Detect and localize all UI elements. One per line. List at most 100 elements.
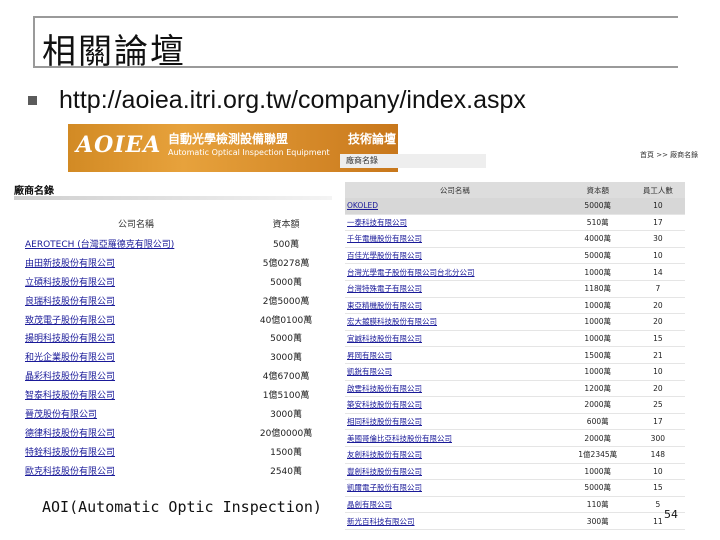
capital-cell: 1000萬 [564, 297, 631, 315]
banner-en-title: Automatic Optical Inspection Equipment [168, 148, 330, 157]
employees-cell: 20 [630, 380, 685, 398]
company-name-link[interactable]: 致茂電子股份有限公司 [25, 310, 247, 329]
company-name-link[interactable]: 美國哥倫比亞科技股份有限公司 [345, 429, 565, 447]
table-row: 由田新技股份有限公司 5億0278萬 [25, 253, 325, 272]
table-row: 一泰科技有限公司 510萬 17 [345, 214, 685, 232]
table-row: 豐創科技股份有限公司 1000萬 10 [345, 463, 685, 481]
capital-cell: 1200萬 [564, 380, 631, 398]
title-frame-left [33, 18, 35, 66]
table-row: 宏大鍍膜科技股份有限公司 1000萬 20 [345, 313, 685, 331]
capital-cell: 500萬 [272, 239, 300, 250]
capital-cell: 1500萬 [564, 346, 631, 364]
employees-cell: 10 [630, 363, 685, 381]
table-row: 啟雲科技股份有限公司 1200萬 20 [345, 380, 685, 398]
capital-cell: 1000萬 [564, 313, 631, 331]
capital-cell: 1億5100萬 [262, 391, 310, 402]
company-name-link[interactable]: 友創科技股份有限公司 [345, 446, 565, 464]
url-link[interactable]: http://aoiea.itri.org.tw/company/index.a… [59, 86, 526, 115]
table-row: 晶彩科技股份有限公司 4億6700萬 [25, 366, 325, 385]
capital-cell: 5000萬 [564, 198, 631, 215]
company-name-link[interactable]: 特銓科技股份有限公司 [25, 442, 247, 461]
capital-cell: 1000萬 [564, 463, 631, 481]
capital-cell: 300萬 [564, 512, 631, 530]
company-name-link[interactable]: 和光企業股份有限公司 [25, 347, 247, 366]
company-name-link[interactable]: 昇岡有限公司 [345, 346, 565, 364]
table-row: 良瑞科技股份有限公司 2億5000萬 [25, 291, 325, 310]
company-name-link[interactable]: OKOLED [345, 198, 565, 215]
capital-cell: 2540萬 [270, 466, 302, 477]
company-name-link[interactable]: 相同科技股份有限公司 [345, 413, 565, 431]
company-name-link[interactable]: 良瑞科技股份有限公司 [25, 291, 247, 310]
employees-cell: 17 [630, 413, 685, 431]
company-name-link[interactable]: 百佳光學股份有限公司 [345, 247, 565, 265]
company-name-link[interactable]: 東亞精機股份有限公司 [345, 297, 565, 315]
table-row: 百佳光學股份有限公司 5000萬 10 [345, 247, 685, 265]
capital-cell: 510萬 [564, 214, 631, 232]
employees-cell: 30 [630, 230, 685, 248]
capital-cell: 5000萬 [564, 247, 631, 265]
employees-cell: 10 [630, 247, 685, 265]
company-name-link[interactable]: 由田新技股份有限公司 [25, 253, 247, 272]
employees-cell: 148 [630, 446, 685, 464]
nav-item-directory[interactable]: 廠商名錄 [346, 156, 378, 165]
employees-cell: 25 [630, 396, 685, 414]
company-name-link[interactable]: 凱銳有限公司 [345, 363, 565, 381]
capital-cell: 2億5000萬 [262, 296, 310, 307]
employees-cell: 14 [630, 263, 685, 281]
company-name-link[interactable]: 豐創科技股份有限公司 [345, 463, 565, 481]
employees-cell: 15 [630, 479, 685, 497]
company-name-link[interactable]: 台灣光學電子股份有限公司台北分公司 [345, 263, 565, 281]
table-row: 築安科技股份有限公司 2000萬 25 [345, 396, 685, 414]
company-name-link[interactable]: 德律科技股份有限公司 [25, 423, 247, 442]
company-name-link[interactable]: 啟雲科技股份有限公司 [345, 380, 565, 398]
company-name-link[interactable]: 築安科技股份有限公司 [345, 396, 565, 414]
left-company-table: 公司名稱 資本額 AEROTECH (台灣亞羅德克有限公司) 500萬 由田新技股份… [25, 212, 325, 480]
employees-cell: 20 [630, 297, 685, 315]
col-capital: 資本額 [272, 219, 300, 230]
slide-footer: AOI(Automatic Optic Inspection) [42, 498, 322, 516]
company-name-link[interactable]: 歐克科技股份有限公司 [25, 461, 247, 480]
aoiea-logo[interactable]: AOIEA [76, 132, 161, 158]
company-name-link[interactable]: 凱爾電子股份有限公司 [345, 479, 565, 497]
forum-link[interactable]: 技術論壇 [348, 130, 396, 147]
company-name-link[interactable]: 台灣特殊電子有限公司 [345, 280, 565, 298]
table-row: 宜誠科技股份有限公司 1000萬 15 [345, 330, 685, 348]
capital-cell: 5億0278萬 [262, 258, 310, 269]
company-name-link[interactable]: 晉茂股份有限公司 [25, 404, 247, 423]
capital-cell: 40億0100萬 [259, 315, 313, 326]
table-row: 東亞精機股份有限公司 1000萬 20 [345, 297, 685, 315]
capital-cell: 5000萬 [270, 334, 302, 345]
company-name-link[interactable]: AEROTECH (台灣亞羅德克有限公司) [25, 234, 247, 253]
capital-cell: 5000萬 [564, 479, 631, 497]
company-name-link[interactable]: 一泰科技有限公司 [345, 214, 565, 232]
capital-cell: 3000萬 [270, 353, 302, 364]
company-name-link[interactable]: 揚明科技股份有限公司 [25, 328, 247, 347]
company-name-link[interactable]: 新光百科技有限公司 [345, 512, 565, 530]
table-row: 智泰科技股份有限公司 1億5100萬 [25, 385, 325, 404]
capital-cell: 4億6700萬 [262, 372, 310, 383]
table-row: 揚明科技股份有限公司 5000萬 [25, 328, 325, 347]
employees-cell: 7 [630, 280, 685, 298]
table-row: 晶創有限公司 110萬 5 [345, 496, 685, 514]
company-name-link[interactable]: 宜誠科技股份有限公司 [345, 330, 565, 348]
table-row: AEROTECH (台灣亞羅德克有限公司) 500萬 [25, 234, 325, 253]
company-name-link[interactable]: 晶彩科技股份有限公司 [25, 366, 247, 385]
capital-cell: 2000萬 [564, 396, 631, 414]
company-name-link[interactable]: 千年電機股份有限公司 [345, 230, 565, 248]
right-company-table: 公司名稱 資本額 員工人數 OKOLED 5000萬 10 一泰科技有限公司 510萬 1… [345, 182, 685, 530]
capital-cell: 2000萬 [564, 429, 631, 447]
bullet-square-icon [28, 96, 37, 105]
employees-cell: 10 [630, 463, 685, 481]
company-name-link[interactable]: 宏大鍍膜科技股份有限公司 [345, 313, 565, 331]
col-capital: 資本額 [564, 182, 631, 198]
breadcrumb[interactable]: 首頁 >> 廠商名錄 [640, 150, 698, 160]
employees-cell: 10 [630, 198, 685, 215]
company-name-link[interactable]: 立碩科技股份有限公司 [25, 272, 247, 291]
table-row: 致茂電子股份有限公司 40億0100萬 [25, 310, 325, 329]
company-name-link[interactable]: 智泰科技股份有限公司 [25, 385, 247, 404]
url-bullet: http://aoiea.itri.org.tw/company/index.a… [28, 86, 526, 115]
table-row: 昇岡有限公司 1500萬 21 [345, 346, 685, 364]
table-row: 友創科技股份有限公司 1億2345萬 148 [345, 446, 685, 464]
capital-cell: 3000萬 [270, 409, 302, 420]
company-name-link[interactable]: 晶創有限公司 [345, 496, 565, 514]
